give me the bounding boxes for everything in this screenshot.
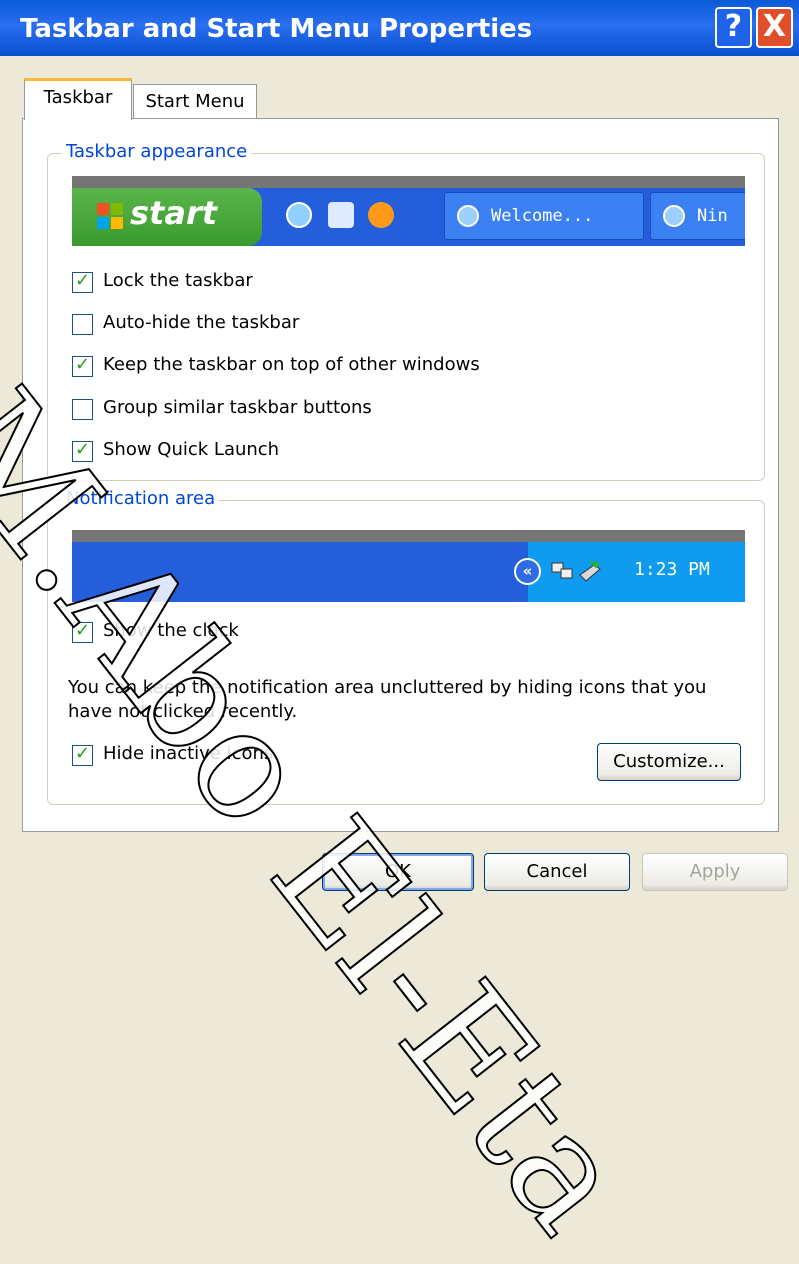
hide-inactive-label: Hide inactive icons bbox=[103, 743, 274, 764]
outlook-express-icon bbox=[328, 202, 354, 228]
task-label: Nin bbox=[697, 206, 728, 226]
start-label: start bbox=[130, 194, 218, 232]
tab-taskbar[interactable]: Taskbar bbox=[24, 78, 132, 120]
safely-remove-hardware-icon bbox=[579, 561, 601, 582]
notification-description: You can keep the notification area unclu… bbox=[68, 677, 707, 722]
close-button[interactable]: X bbox=[756, 7, 793, 48]
taskbar-preview: start Welcome... Nin bbox=[72, 176, 745, 246]
internet-explorer-icon bbox=[286, 202, 312, 228]
title-bar: Taskbar and Start Menu Properties ? X bbox=[0, 0, 799, 56]
notification-area-preview: « 1:23 PM bbox=[72, 530, 745, 602]
keep-on-top-checkbox[interactable] bbox=[72, 354, 93, 377]
apply-button[interactable]: Apply bbox=[642, 853, 788, 891]
system-tray-preview: « 1:23 PM bbox=[514, 542, 745, 602]
quick-launch-label: Show Quick Launch bbox=[103, 439, 280, 460]
ok-button[interactable]: OK bbox=[322, 853, 474, 891]
network-icon bbox=[551, 562, 573, 579]
auto-hide-label: Auto-hide the taskbar bbox=[103, 312, 300, 333]
quick-launch-checkbox[interactable] bbox=[72, 439, 93, 462]
group-buttons-checkbox[interactable] bbox=[72, 399, 93, 420]
taskbar-task-nin: Nin bbox=[650, 192, 745, 240]
clock-preview: 1:23 PM bbox=[634, 559, 710, 580]
windows-logo-icon bbox=[97, 203, 123, 229]
tab-start-menu[interactable]: Start Menu bbox=[133, 84, 257, 120]
customize-button[interactable]: Customize... bbox=[597, 743, 741, 781]
group-buttons-label: Group similar taskbar buttons bbox=[103, 397, 372, 418]
media-player-icon bbox=[368, 202, 394, 228]
taskbar-appearance-legend: Taskbar appearance bbox=[62, 141, 252, 162]
notification-area-legend: Notification area bbox=[62, 488, 220, 509]
start-button-preview: start bbox=[72, 188, 262, 246]
keep-on-top-label: Keep the taskbar on top of other windows bbox=[103, 354, 480, 375]
cancel-button[interactable]: Cancel bbox=[484, 853, 630, 891]
auto-hide-checkbox[interactable] bbox=[72, 314, 93, 335]
help-button[interactable]: ? bbox=[715, 7, 752, 48]
lock-taskbar-label: Lock the taskbar bbox=[103, 270, 253, 291]
taskbar-task-welcome: Welcome... bbox=[444, 192, 644, 240]
show-clock-checkbox[interactable] bbox=[72, 620, 93, 643]
window-title: Taskbar and Start Menu Properties bbox=[20, 14, 533, 44]
hide-inactive-checkbox[interactable] bbox=[72, 743, 93, 766]
show-clock-label: Show the clock bbox=[103, 620, 239, 641]
internet-explorer-icon bbox=[457, 205, 479, 227]
chevron-left-icon: « bbox=[514, 558, 541, 585]
task-label: Welcome... bbox=[491, 206, 594, 226]
lock-taskbar-checkbox[interactable] bbox=[72, 270, 93, 293]
internet-explorer-icon bbox=[663, 205, 685, 227]
